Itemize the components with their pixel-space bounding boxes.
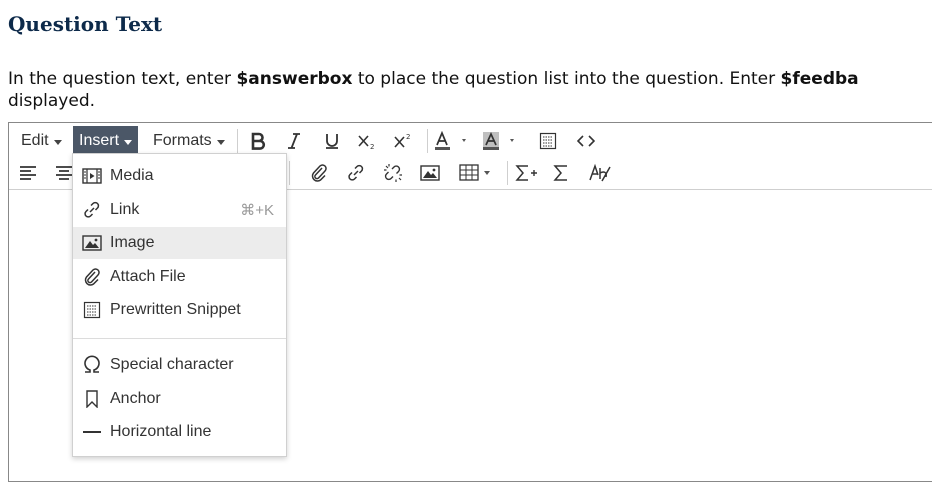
edit-menu-button[interactable]: Edit <box>15 126 68 156</box>
sigma-plus-icon <box>515 165 537 181</box>
page-title: Question Text <box>8 12 163 36</box>
background-color-icon <box>483 131 514 150</box>
formats-menu-button[interactable]: Formats <box>147 126 231 156</box>
source-code-button[interactable] <box>573 126 599 156</box>
insert-menu-label: Insert <box>79 132 120 149</box>
subscript-button[interactable]: 2 <box>354 126 380 156</box>
bold-button[interactable] <box>245 126 271 156</box>
link-icon <box>82 200 102 220</box>
unlink-button[interactable] <box>380 158 406 188</box>
omega-icon <box>82 355 102 375</box>
menu-item-label: Image <box>110 234 155 251</box>
chevron-down-icon <box>216 139 225 145</box>
chevron-down-icon <box>53 139 62 145</box>
background-color-button[interactable] <box>481 126 521 156</box>
horizontal-line-icon <box>82 422 102 442</box>
menu-item-label: Special character <box>110 356 234 373</box>
svg-text:2: 2 <box>370 143 374 150</box>
menu-item-media[interactable]: Media <box>73 160 286 192</box>
image-icon <box>82 233 102 253</box>
media-icon <box>82 166 102 186</box>
table-button[interactable] <box>457 158 501 188</box>
svg-text:2: 2 <box>406 133 410 141</box>
feedback-keyword: $feedba <box>780 69 859 89</box>
menu-item-label: Anchor <box>110 390 161 407</box>
insert-image-button[interactable] <box>417 158 443 188</box>
instructions-line-1: In the question text, enter $answerbox t… <box>8 68 932 90</box>
menu-item-horizontal-line[interactable]: Horizontal line <box>73 416 286 448</box>
toolbar-divider <box>507 161 508 185</box>
underline-button[interactable] <box>319 126 345 156</box>
superscript-icon: 2 <box>394 133 410 148</box>
menu-item-label: Horizontal line <box>110 423 212 440</box>
menu-divider <box>73 338 286 339</box>
table-icon <box>459 164 490 181</box>
text-color-icon <box>435 131 466 150</box>
sigma-icon <box>553 165 567 181</box>
underline-icon <box>326 134 338 149</box>
unlink-icon <box>384 164 402 182</box>
insert-link-button[interactable] <box>343 158 369 188</box>
answerbox-keyword: $answerbox <box>236 69 353 89</box>
menu-item-shortcut: ⌘+K <box>240 202 274 219</box>
snippet-icon <box>82 300 102 320</box>
toolbar-divider <box>289 161 290 185</box>
instructions-text: to place the question list into the ques… <box>352 69 781 89</box>
edit-menu-label: Edit <box>21 132 49 149</box>
toolbar-divider <box>427 129 428 153</box>
formats-menu-label: Formats <box>153 132 212 149</box>
align-left-icon <box>20 166 36 180</box>
insert-menu-button[interactable]: Insert <box>73 126 139 156</box>
menu-item-link[interactable]: Link ⌘+K <box>73 194 286 226</box>
equation-button[interactable] <box>548 158 574 188</box>
text-color-button[interactable] <box>433 126 473 156</box>
snippet-icon <box>539 132 557 150</box>
menu-item-label: Media <box>110 167 154 184</box>
italic-button[interactable] <box>281 126 307 156</box>
instructions-text: In the question text, enter <box>8 69 237 89</box>
insert-dropdown-menu: Media Link ⌘+K Image Attach File Prewrit… <box>72 153 287 457</box>
menu-item-label: Attach File <box>110 268 186 285</box>
menu-item-image[interactable]: Image <box>73 227 286 259</box>
toolbar-divider <box>237 129 238 153</box>
insert-formula-button[interactable] <box>512 158 540 188</box>
handwriting-button[interactable] <box>586 158 614 188</box>
italic-icon <box>288 133 300 149</box>
align-center-icon <box>56 166 72 180</box>
menu-item-attach-file[interactable]: Attach File <box>73 261 286 293</box>
link-icon <box>348 164 364 181</box>
menu-item-prewritten-snippet[interactable]: Prewritten Snippet <box>73 294 286 326</box>
instructions-line-2: displayed. <box>8 91 96 111</box>
bold-icon <box>251 132 266 150</box>
chevron-down-icon <box>124 139 133 145</box>
code-icon <box>577 135 595 147</box>
bookmark-icon <box>82 389 102 409</box>
menu-item-label: Prewritten Snippet <box>110 301 241 318</box>
subscript-icon: 2 <box>358 135 374 150</box>
menu-item-anchor[interactable]: Anchor <box>73 383 286 415</box>
menu-item-special-character[interactable]: Special character <box>73 349 286 381</box>
attach-file-button[interactable] <box>306 158 332 188</box>
paperclip-icon <box>311 164 327 182</box>
instructions: In the question text, enter $answerbox t… <box>8 68 932 112</box>
image-icon <box>420 165 440 181</box>
handwriting-icon <box>589 163 611 182</box>
snippet-button[interactable] <box>535 126 561 156</box>
superscript-button[interactable]: 2 <box>390 126 416 156</box>
paperclip-icon <box>82 267 102 287</box>
menu-item-label: Link <box>110 201 140 218</box>
align-left-button[interactable] <box>15 158 41 188</box>
